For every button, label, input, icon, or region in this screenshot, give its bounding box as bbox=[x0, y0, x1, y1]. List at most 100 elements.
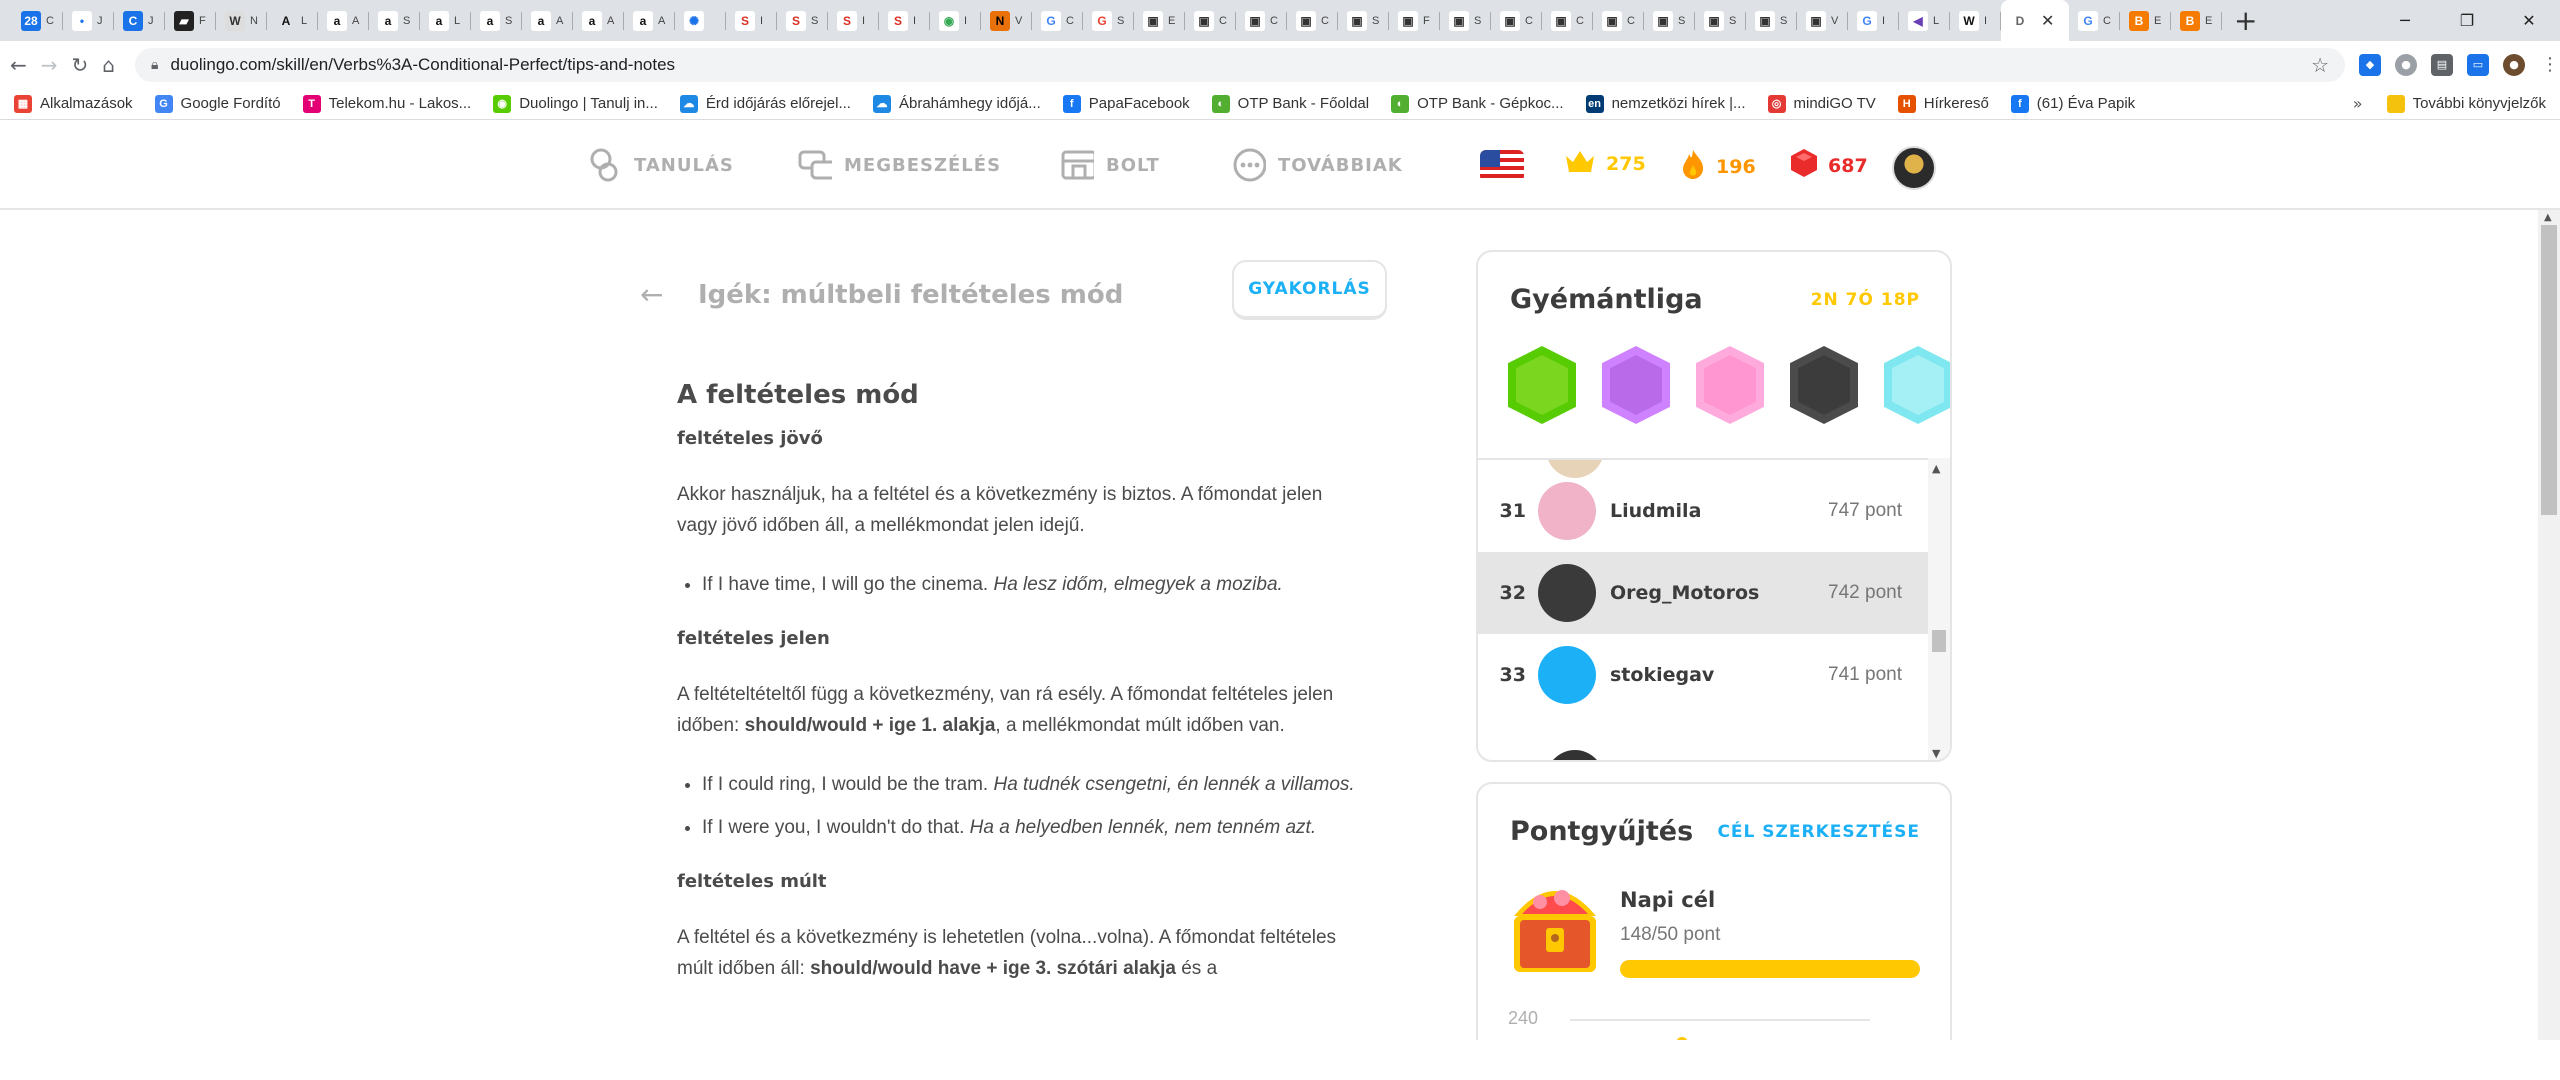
browser-tab[interactable]: ◀ L bbox=[1899, 0, 1950, 41]
browser-tab[interactable]: ✺ bbox=[675, 0, 726, 41]
browser-tab[interactable]: ▣ S bbox=[1338, 0, 1389, 41]
streak-stat[interactable]: 196 bbox=[1680, 148, 1756, 185]
active-tab[interactable]: D ✕ bbox=[2001, 0, 2069, 41]
extension-icon[interactable]: ▤ bbox=[2431, 53, 2453, 76]
leaderboard-avatar[interactable] bbox=[1538, 646, 1596, 704]
language-flag-icon[interactable] bbox=[1480, 150, 1524, 182]
browser-tab[interactable]: BE bbox=[2120, 0, 2171, 41]
leaderboard-name[interactable]: Oreg_Motoros bbox=[1610, 582, 1828, 604]
scroll-up-icon[interactable]: ▲ bbox=[1932, 462, 1940, 475]
lock-icon[interactable]: 🔒︎ bbox=[151, 57, 158, 73]
browser-tab[interactable]: NV bbox=[981, 0, 1032, 41]
browser-tab[interactable]: aA bbox=[573, 0, 624, 41]
nav-shop[interactable]: BOLT bbox=[1060, 148, 1160, 182]
browser-tab[interactable]: ▣ C bbox=[1491, 0, 1542, 41]
browser-tab[interactable]: ▣ C bbox=[1185, 0, 1236, 41]
browser-tab[interactable]: 28 C bbox=[12, 0, 63, 41]
back-arrow-icon[interactable]: ← bbox=[640, 278, 663, 311]
extension-icon[interactable]: ▭ bbox=[2467, 53, 2489, 76]
nav-discuss[interactable]: MEGBESZÉLÉS bbox=[798, 148, 1001, 182]
browser-tab[interactable]: WN bbox=[216, 0, 267, 41]
browser-tab[interactable]: aA bbox=[522, 0, 573, 41]
leaderboard-row[interactable]: 31 Liudmila 747 pont bbox=[1478, 470, 1932, 552]
browser-tab[interactable]: AL bbox=[267, 0, 318, 41]
browser-tab[interactable]: ▣ E bbox=[1134, 0, 1185, 41]
menu-icon[interactable]: ⋮ bbox=[2539, 54, 2560, 76]
bookmark-item[interactable]: ☁ Érd időjárás előrejel... bbox=[679, 94, 851, 113]
browser-tab[interactable]: SS bbox=[777, 0, 828, 41]
leaderboard-avatar[interactable] bbox=[1538, 482, 1596, 540]
minimize-icon[interactable]: ─ bbox=[2374, 0, 2436, 41]
bookmark-item[interactable]: ◐ OTP Bank - Gépkoc... bbox=[1391, 94, 1564, 113]
browser-tab[interactable]: ▣ C bbox=[1593, 0, 1644, 41]
browser-tab[interactable]: ▣ F bbox=[1389, 0, 1440, 41]
leaderboard-scrollbar[interactable]: ▲ ▼ bbox=[1928, 458, 1950, 760]
reload-icon[interactable]: ↻ bbox=[72, 49, 89, 81]
bookmark-item[interactable]: en nemzetközi hírek |... bbox=[1585, 94, 1746, 113]
browser-tab[interactable]: GC bbox=[2069, 0, 2120, 41]
browser-tab[interactable]: GS bbox=[1083, 0, 1134, 41]
bookmark-item[interactable]: T Telekom.hu - Lakos... bbox=[302, 94, 471, 113]
close-tab-icon[interactable]: ✕ bbox=[2041, 11, 2054, 30]
browser-tab[interactable]: aA bbox=[318, 0, 369, 41]
scroll-down-icon[interactable]: ▼ bbox=[1932, 747, 1940, 760]
gems-stat[interactable]: 687 bbox=[1790, 148, 1868, 183]
browser-tab[interactable]: SI bbox=[726, 0, 777, 41]
browser-tab[interactable]: ▣ S bbox=[1644, 0, 1695, 41]
browser-tab[interactable]: • J bbox=[63, 0, 114, 41]
leaderboard-row-current-user[interactable]: 32 Oreg_Motoros 742 pont bbox=[1478, 552, 1932, 634]
scrollbar-thumb[interactable] bbox=[1932, 630, 1946, 652]
leaderboard-name[interactable]: stokiegav bbox=[1610, 664, 1828, 686]
bookmark-item[interactable]: H Hírkereső bbox=[1897, 94, 1989, 113]
browser-tab[interactable]: aL bbox=[420, 0, 471, 41]
edit-goal-link[interactable]: CÉL SZERKESZTÉSE bbox=[1717, 822, 1920, 842]
browser-tab[interactable]: aS bbox=[471, 0, 522, 41]
bookmark-item[interactable]: ▦ Alkalmazások bbox=[14, 94, 133, 113]
bookmark-item[interactable]: ◉ Duolingo | Tanulj in... bbox=[493, 94, 658, 113]
browser-tab[interactable]: ▣ V bbox=[1797, 0, 1848, 41]
browser-tab[interactable]: SI bbox=[879, 0, 930, 41]
browser-tab[interactable]: ▣ C bbox=[1542, 0, 1593, 41]
crowns-stat[interactable]: 275 bbox=[1564, 148, 1646, 179]
profile-avatar-icon[interactable]: ● bbox=[2503, 53, 2525, 76]
bookmark-item[interactable]: ◐ OTP Bank - Főoldal bbox=[1211, 94, 1369, 113]
browser-tab[interactable]: BE bbox=[2171, 0, 2222, 41]
bookmark-star-icon[interactable]: ☆ bbox=[2311, 53, 2329, 77]
leaderboard-row[interactable]: 33 stokiegav 741 pont bbox=[1478, 634, 1932, 716]
url-text[interactable]: duolingo.com/skill/en/Verbs%3A-Condition… bbox=[170, 55, 2299, 75]
nav-learn[interactable]: TANULÁS bbox=[588, 148, 734, 182]
browser-tab[interactable]: GI bbox=[1848, 0, 1899, 41]
browser-tab[interactable]: WI bbox=[1950, 0, 2001, 41]
browser-tab[interactable]: ▣ C bbox=[1236, 0, 1287, 41]
practice-button[interactable]: GYAKORLÁS bbox=[1232, 260, 1387, 320]
browser-tab[interactable]: SI bbox=[828, 0, 879, 41]
nav-more[interactable]: TOVÁBBIAK bbox=[1232, 148, 1403, 182]
browser-tab[interactable]: ▣ S bbox=[1695, 0, 1746, 41]
page-scroll-up-icon[interactable]: ▲ bbox=[2544, 212, 2552, 223]
browser-tab[interactable]: aA bbox=[624, 0, 675, 41]
extension-icon[interactable]: ◆ bbox=[2359, 53, 2381, 76]
forward-icon[interactable]: → bbox=[41, 49, 58, 81]
browser-tab[interactable]: ▣ S bbox=[1746, 0, 1797, 41]
bookmark-item[interactable]: ◎ mindiGO TV bbox=[1767, 94, 1876, 113]
bookmark-item[interactable]: f PapaFacebook bbox=[1062, 94, 1190, 113]
browser-tab[interactable]: ▣ S bbox=[1440, 0, 1491, 41]
close-window-icon[interactable]: ✕ bbox=[2498, 0, 2560, 41]
leaderboard-name[interactable]: Liudmila bbox=[1610, 500, 1828, 522]
leaderboard-avatar[interactable] bbox=[1538, 564, 1596, 622]
user-avatar[interactable] bbox=[1892, 146, 1936, 190]
restore-icon[interactable]: ❐ bbox=[2436, 0, 2498, 41]
bookmarks-more-icon[interactable]: » bbox=[2353, 94, 2363, 113]
home-icon[interactable]: ⌂ bbox=[102, 49, 115, 81]
address-bar[interactable]: 🔒︎ duolingo.com/skill/en/Verbs%3A-Condit… bbox=[135, 47, 2345, 82]
browser-tab[interactable]: ▰ F bbox=[165, 0, 216, 41]
bookmark-item[interactable]: ☁ Ábrahámhegy időjá... bbox=[872, 94, 1041, 113]
browser-tab[interactable]: CJ bbox=[114, 0, 165, 41]
back-icon[interactable]: ← bbox=[10, 49, 27, 81]
browser-tab[interactable]: GC bbox=[1032, 0, 1083, 41]
page-scrollbar[interactable]: ▲ bbox=[2538, 210, 2560, 1040]
browser-tab[interactable]: aS bbox=[369, 0, 420, 41]
page-scrollbar-thumb[interactable] bbox=[2541, 225, 2557, 515]
browser-tab[interactable]: ▣ C bbox=[1287, 0, 1338, 41]
bookmark-item[interactable]: f (61) Éva Papik bbox=[2010, 94, 2135, 113]
